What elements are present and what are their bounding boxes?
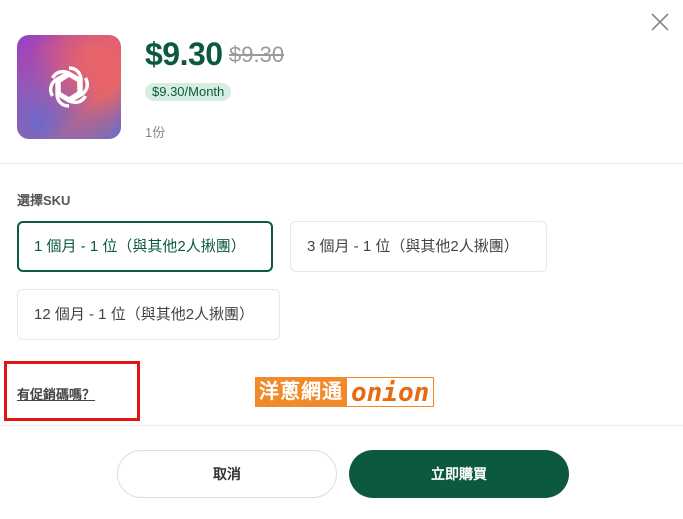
- product-header: $9.30 $9.30 $9.30/Month 1份: [0, 0, 683, 164]
- product-image: [17, 35, 121, 139]
- quantity-label: 1份: [145, 125, 166, 140]
- sku-section-title: 選擇SKU: [17, 193, 71, 208]
- buy-now-button[interactable]: 立即購買: [349, 450, 569, 498]
- watermark-chinese: 洋蔥網通: [255, 377, 347, 407]
- cancel-button[interactable]: 取消: [117, 450, 337, 498]
- current-price: $9.30: [145, 36, 223, 72]
- openai-logo-icon: [48, 66, 90, 108]
- watermark-logo: 洋蔥網通 onion: [255, 377, 435, 408]
- promo-code-link[interactable]: 有促銷碼嗎？: [17, 384, 95, 403]
- original-price: $9.30: [229, 42, 285, 67]
- footer-divider: [0, 425, 683, 426]
- sku-option-12-month[interactable]: 12 個月 - 1 位（與其他2人揪團）: [17, 289, 280, 340]
- monthly-price-badge: $9.30/Month: [145, 83, 232, 101]
- sku-option-1-month[interactable]: 1 個月 - 1 位（與其他2人揪團）: [17, 221, 273, 272]
- sku-option-3-month[interactable]: 3 個月 - 1 位（與其他2人揪團）: [290, 221, 547, 272]
- watermark-english: onion: [347, 377, 435, 408]
